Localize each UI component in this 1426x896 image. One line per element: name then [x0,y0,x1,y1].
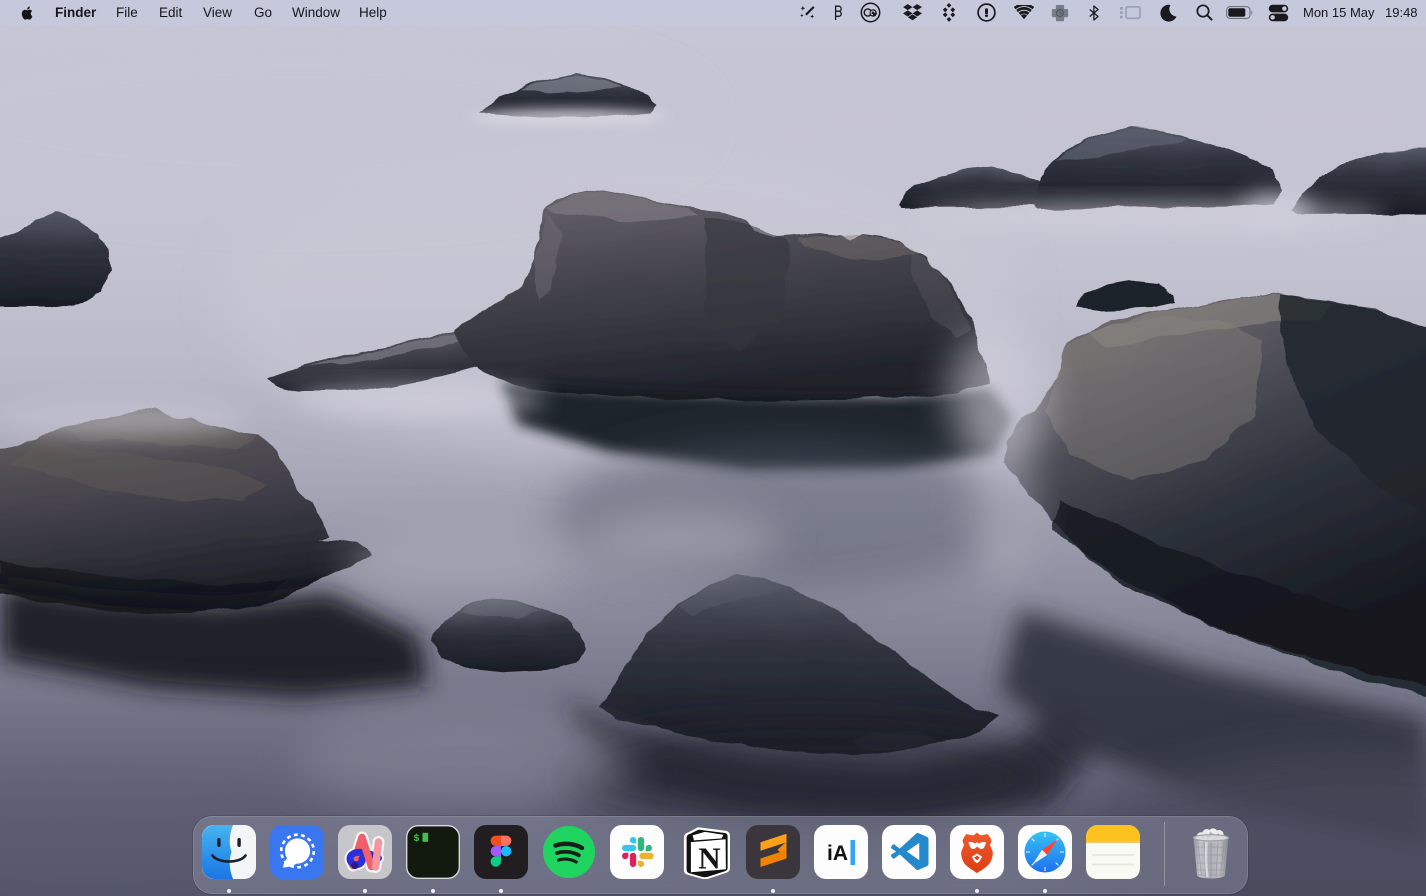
svg-text:N: N [698,841,720,876]
svg-text:iA: iA [827,842,848,865]
svg-text:$: $ [414,833,420,845]
